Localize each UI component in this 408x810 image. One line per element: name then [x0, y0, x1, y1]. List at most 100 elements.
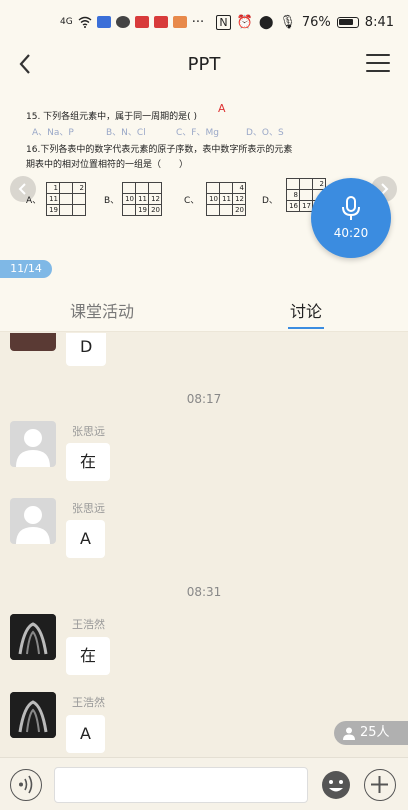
battery-icon — [336, 16, 359, 28]
periodic-table-b: 10 11 12 19 20 — [122, 182, 162, 216]
question-16-line2: 期表中的相对位置相符的一组是（ ） — [26, 160, 189, 170]
question-16-line1: 16.下列各表中的数字代表元素的原子序数，表中数字所表示的元素 — [26, 145, 293, 155]
alarm-icon: ⏰ — [236, 14, 253, 30]
table-cell: 17 — [299, 200, 313, 212]
sender-name: 张思远 — [72, 425, 105, 438]
avatar[interactable] — [10, 614, 56, 660]
person-icon — [343, 727, 355, 740]
status-bar: 4G ··· N ⏰ ⬤ 🎙 76% 8:41 — [0, 0, 408, 44]
option-d: D、O、S — [246, 128, 284, 138]
table-cell — [59, 193, 73, 205]
message-bubble: 在 — [66, 443, 111, 481]
smiley-icon — [322, 771, 350, 799]
menu-button[interactable] — [366, 54, 390, 74]
hands-photo-icon — [10, 692, 56, 738]
slide-viewer[interactable]: 15. 下列各组元素中，属于同一周期的是( ) A A、Na、P B、N、Cl … — [0, 84, 408, 292]
answer-label-b: B、 — [104, 196, 120, 206]
table-cell — [219, 182, 233, 194]
table-cell: 4 — [232, 182, 246, 194]
table-cell: 11 — [219, 193, 233, 205]
avatar[interactable] — [10, 421, 56, 467]
participant-count-label: 25人 — [360, 725, 390, 740]
app-header: PPT — [0, 44, 408, 84]
table-cell — [72, 193, 86, 205]
answer-label-d: D、 — [262, 196, 278, 206]
table-cell: 8 — [286, 189, 300, 201]
answer-label-c: C、 — [184, 196, 200, 206]
avatar[interactable] — [10, 692, 56, 738]
table-cell — [135, 182, 149, 194]
table-cell — [206, 204, 220, 216]
status-right-icons: N ⏰ ⬤ 🎙 76% 8:41 — [216, 14, 394, 30]
recording-timer: 40:20 — [333, 226, 369, 240]
table-cell: 10 — [122, 193, 136, 205]
signal-indicator: 4G — [60, 17, 73, 27]
table-cell: 19 — [135, 204, 149, 216]
avatar[interactable] — [10, 498, 56, 544]
back-button[interactable] — [12, 50, 40, 78]
answer-label-a: A、 — [26, 196, 42, 206]
discussion-chat[interactable]: D 08:17 张思远 在 张思远 A 08:31 王浩然 在 王浩然 A 25… — [0, 333, 408, 757]
sender-name: 王浩然 — [72, 696, 105, 709]
nfc-icon: N — [216, 14, 231, 30]
table-cell: 19 — [46, 204, 60, 216]
table-cell: 20 — [232, 204, 246, 216]
sender-name: 张思远 — [72, 502, 105, 515]
table-cell: 12 — [148, 193, 162, 205]
chevron-left-icon — [19, 54, 30, 74]
table-cell — [59, 182, 73, 194]
participant-count[interactable]: 25人 — [334, 721, 408, 745]
clock: 8:41 — [364, 14, 394, 30]
page-title: PPT — [187, 53, 221, 75]
option-c: C、F、Mg — [176, 128, 219, 138]
hands-photo-icon — [10, 614, 56, 660]
table-cell: 1 — [46, 182, 60, 194]
table-cell — [122, 204, 136, 216]
emoji-button[interactable] — [320, 769, 352, 801]
message-input-bar — [0, 757, 408, 810]
avatar[interactable] — [10, 333, 56, 351]
table-cell: 20 — [148, 204, 162, 216]
table-cell — [299, 189, 313, 201]
answer-mark: A — [218, 102, 226, 115]
table-cell: 16 — [286, 200, 300, 212]
table-cell: 11 — [135, 193, 149, 205]
message-bubble: 在 — [66, 637, 111, 675]
tab-class-activity[interactable]: 课堂活动 — [0, 292, 204, 331]
voice-input-button[interactable] — [10, 769, 42, 801]
table-cell — [286, 178, 300, 190]
table-cell — [122, 182, 136, 194]
timestamp: 08:17 — [186, 392, 222, 406]
app-notification-icon — [96, 16, 111, 28]
tab-discussion[interactable]: 讨论 — [204, 292, 408, 331]
option-a: A、Na、P — [32, 128, 74, 138]
table-cell — [59, 204, 73, 216]
table-cell — [148, 182, 162, 194]
default-avatar-icon — [16, 506, 50, 544]
option-b: B、N、Cl — [106, 128, 146, 138]
table-cell: 10 — [206, 193, 220, 205]
periodic-table-a: 1 2 11 19 — [46, 182, 86, 216]
more-actions-button[interactable] — [364, 769, 396, 801]
question-15: 15. 下列各组元素中，属于同一周期的是( ) — [26, 112, 198, 122]
app-notification-icon — [134, 16, 149, 28]
message-input[interactable] — [54, 767, 308, 803]
microphone-icon — [342, 196, 360, 220]
table-cell: 12 — [232, 193, 246, 205]
timestamp: 08:31 — [186, 585, 222, 599]
table-cell — [219, 204, 233, 216]
sound-wave-icon — [19, 775, 33, 794]
page-indicator: 11/14 — [0, 260, 52, 278]
more-notifications-icon: ··· — [191, 14, 205, 30]
default-avatar-icon — [16, 429, 50, 467]
status-left-icons: 4G ··· — [60, 15, 204, 30]
location-icon: ⬤ — [258, 14, 274, 30]
app-notification-icon — [153, 16, 168, 28]
wifi-icon — [78, 16, 92, 28]
mic-status-icon: 🎙 — [279, 14, 296, 30]
recording-button[interactable]: 40:20 — [311, 178, 391, 258]
battery-percent: 76% — [301, 14, 331, 30]
table-cell — [72, 204, 86, 216]
table-cell — [299, 178, 313, 190]
message-bubble: A — [66, 715, 105, 753]
